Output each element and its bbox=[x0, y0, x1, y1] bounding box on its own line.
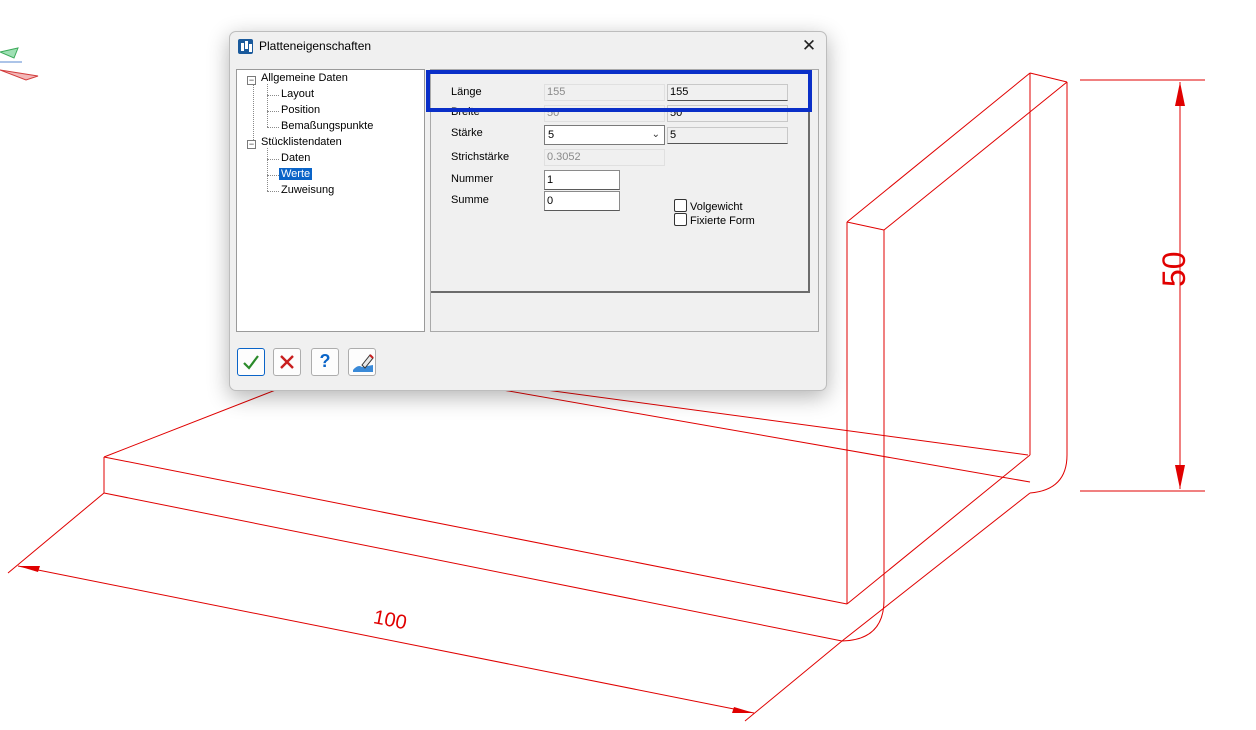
strichstaerke-field: 0.3052 bbox=[544, 149, 665, 166]
tree-item-bemassungspunkte[interactable]: Bemaßungspunkte bbox=[281, 120, 373, 132]
tree-item-layout[interactable]: Layout bbox=[281, 88, 314, 100]
checkbox-box[interactable] bbox=[674, 213, 687, 226]
tree-item-position[interactable]: Position bbox=[281, 104, 320, 116]
nummer-label: Nummer bbox=[451, 173, 494, 185]
highlight-box bbox=[426, 70, 812, 112]
staerke-select[interactable]: 5 ⌄ bbox=[544, 125, 665, 145]
edit-button[interactable] bbox=[348, 348, 376, 376]
tree-item-zuweisung[interactable]: Zuweisung bbox=[281, 184, 334, 196]
staerke-label: Stärke bbox=[451, 127, 483, 139]
cross-icon bbox=[280, 355, 294, 369]
height-dimension-label: 50 bbox=[1156, 251, 1192, 287]
close-button[interactable]: ✕ bbox=[798, 36, 820, 56]
width-dimension-label: 100 bbox=[372, 606, 409, 634]
dialog-titlebar[interactable]: Platteneigenschaften ✕ bbox=[230, 32, 826, 60]
staerke-selected-value: 5 bbox=[548, 129, 555, 141]
strichstaerke-label: Strichstärke bbox=[451, 151, 510, 163]
tree-item-allgemeine-daten[interactable]: Allgemeine Daten bbox=[261, 72, 348, 84]
volgewicht-checkbox[interactable]: Volgewicht bbox=[674, 199, 743, 213]
tree-item-stuecklistendaten[interactable]: Stücklistendaten bbox=[261, 136, 342, 148]
dialog-title: Platteneigenschaften bbox=[259, 39, 372, 53]
app-logo-icon bbox=[238, 39, 253, 54]
platteneigenschaften-dialog: Platteneigenschaften ✕ − Allgemeine Date… bbox=[229, 31, 827, 391]
nummer-input[interactable]: 1 bbox=[544, 170, 620, 190]
axis-triad-icon bbox=[0, 47, 39, 81]
checkmark-icon bbox=[243, 355, 259, 370]
help-button[interactable]: ? bbox=[311, 348, 339, 376]
chevron-down-icon: ⌄ bbox=[651, 129, 660, 140]
checkbox-box[interactable] bbox=[674, 199, 687, 212]
staerke-input[interactable]: 5 bbox=[667, 127, 788, 144]
collapse-icon[interactable]: − bbox=[247, 140, 256, 149]
pencil-edit-icon bbox=[353, 354, 374, 372]
fixierte-form-checkbox[interactable]: Fixierte Form bbox=[674, 213, 755, 227]
property-tree: − Allgemeine Daten Layout Position Bemaß… bbox=[236, 69, 425, 332]
tree-item-daten[interactable]: Daten bbox=[281, 152, 310, 164]
question-mark-icon: ? bbox=[319, 351, 331, 371]
cancel-button[interactable] bbox=[273, 348, 301, 376]
summe-label: Summe bbox=[451, 194, 489, 206]
summe-input[interactable]: 0 bbox=[544, 191, 620, 211]
ok-button[interactable] bbox=[237, 348, 265, 376]
fixierte-form-label: Fixierte Form bbox=[690, 215, 755, 227]
volgewicht-label: Volgewicht bbox=[690, 201, 743, 213]
collapse-icon[interactable]: − bbox=[247, 76, 256, 85]
tree-item-werte[interactable]: Werte bbox=[279, 168, 313, 180]
